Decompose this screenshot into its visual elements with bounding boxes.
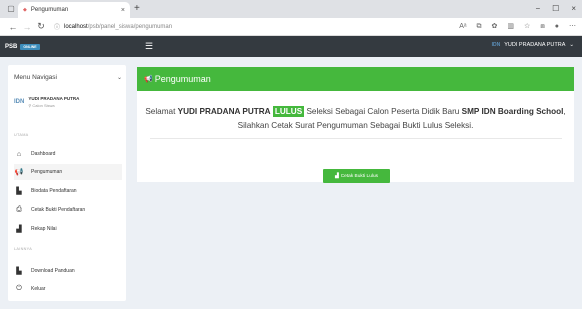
- file-download-icon: ▙: [16, 268, 22, 275]
- browser-tab-bar: ▢ ◆ Pengumuman × + − ☐ ×: [0, 0, 582, 18]
- sidebar-item-label: Biodata Pendaftaran: [31, 188, 77, 194]
- bank-icon: ▟: [16, 226, 22, 233]
- sidebar-item-label: Keluar: [31, 286, 46, 292]
- chevron-down-icon: ⌄: [569, 42, 574, 48]
- hamburger-menu-icon[interactable]: ☰: [145, 41, 153, 51]
- sidebar-item-pengumuman[interactable]: 📢 Pengumuman: [14, 164, 122, 180]
- app-header: PSB ONLINE ☰ IDN YUDI PRADANA PUTRA ⌄: [0, 36, 582, 57]
- online-badge: ONLINE: [20, 43, 40, 50]
- url-field[interactable]: ⓘ localhost /psb/panel_siswa/pengumuman: [54, 22, 173, 32]
- minimize-icon[interactable]: −: [535, 2, 540, 16]
- tab-close-icon[interactable]: ×: [121, 7, 125, 14]
- print-icon: ⎙: [16, 206, 22, 213]
- home-icon: ⌂: [16, 150, 22, 158]
- url-path: /psb/panel_siswa/pengumuman: [87, 23, 173, 30]
- window-menu-icon[interactable]: ▢: [6, 4, 16, 14]
- split-icon[interactable]: ▥: [507, 21, 514, 33]
- collections-icon[interactable]: ⧈: [540, 21, 544, 33]
- announcement-panel: 📢 Pengumuman Selamat YUDI PRADANA PUTRA …: [137, 67, 574, 183]
- url-host: localhost: [64, 23, 88, 30]
- msg-end: ,: [563, 107, 566, 116]
- favicon-icon: ◆: [23, 7, 27, 13]
- extensions-icon[interactable]: ⧉: [477, 21, 482, 33]
- read-aloud-icon[interactable]: Aᵃ: [459, 21, 466, 33]
- chevron-down-icon: ⌄: [116, 75, 122, 81]
- new-tab-button[interactable]: +: [134, 2, 140, 16]
- user-logo: IDN: [491, 42, 501, 48]
- sidebar-item-biodata[interactable]: ▙ Biodata Pendaftaran: [14, 183, 122, 199]
- sidebar-item-label: Cetak Bukti Pendaftaran: [31, 207, 86, 213]
- bullhorn-icon: 📢: [14, 169, 24, 176]
- browser-tab[interactable]: ◆ Pengumuman ×: [18, 2, 130, 18]
- sidebar-item-dashboard[interactable]: ⌂ Dashboard: [14, 146, 122, 162]
- more-options-icon[interactable]: ⋯: [569, 21, 576, 33]
- panel-title: Pengumuman: [154, 74, 211, 84]
- section-label-lainnya: LAINNYA: [14, 247, 33, 251]
- section-label-utama: UTAMA: [14, 133, 29, 137]
- sidebar-item-cetak-bukti[interactable]: ⎙ Cetak Bukti Pendaftaran: [14, 202, 122, 218]
- status-badge: LULUS: [272, 106, 305, 117]
- school-name: SMP IDN Boarding School: [461, 107, 564, 116]
- sidebar-item-keluar[interactable]: ⏻ Keluar: [14, 281, 122, 297]
- menu-title: Menu Navigasi: [14, 74, 57, 81]
- bank-icon: ▟: [334, 173, 339, 179]
- profile-role: ⚲ Calon Siswa: [28, 103, 79, 108]
- menu-navigation-header[interactable]: Menu Navigasi ⌄: [14, 74, 122, 81]
- close-window-icon[interactable]: ×: [571, 2, 576, 16]
- brand-text: PSB: [5, 43, 18, 50]
- main-content: 📢 Pengumuman Selamat YUDI PRADANA PUTRA …: [132, 57, 582, 309]
- sidebar-item-rekap-nilai[interactable]: ▟ Rekap Nilai: [14, 221, 122, 237]
- print-proof-button[interactable]: ▟ Cetak Bukti Lulus: [323, 169, 390, 183]
- bullhorn-icon: 📢: [144, 76, 153, 83]
- profile-logo: IDN: [14, 99, 25, 105]
- profile-icon[interactable]: ●: [555, 21, 559, 33]
- user-menu[interactable]: IDN YUDI PRADANA PUTRA ⌄: [492, 42, 574, 48]
- announcement-message: Selamat YUDI PRADANA PUTRA LULUS Seleksi…: [137, 105, 574, 132]
- reload-icon[interactable]: ↻: [34, 21, 48, 32]
- favorites-star-icon[interactable]: ☆: [524, 21, 530, 33]
- sidebar-item-label: Dashboard: [31, 151, 56, 157]
- profile-name: YUDI PRADANA PUTRA: [28, 96, 80, 101]
- maximize-icon[interactable]: ☐: [552, 2, 559, 16]
- msg-middle: Seleksi Sebagai Calon Peserta Didik Baru: [304, 107, 462, 116]
- user-name: YUDI PRADANA PUTRA: [504, 42, 566, 48]
- divider: [149, 138, 562, 139]
- app-brand[interactable]: PSB ONLINE: [5, 43, 40, 50]
- msg-line2: Silahkan Cetak Surat Pengumuman Sebagai …: [237, 120, 474, 130]
- browser-toolbar: Aᵃ ⧉ ✿ ▥ ☆ ⧈ ● ⋯: [459, 21, 576, 33]
- msg-prefix: Selamat: [145, 107, 178, 116]
- window-controls: − ☐ ×: [535, 2, 576, 16]
- panel-header: 📢 Pengumuman: [137, 67, 574, 91]
- sidebar-item-label: Pengumuman: [31, 169, 63, 175]
- user-profile: IDN YUDI PRADANA PUTRA ⚲ Calon Siswa: [14, 96, 122, 108]
- tab-title: Pengumuman: [30, 7, 69, 13]
- extension-leaf-icon[interactable]: ✿: [492, 21, 498, 33]
- sidebar-item-label: Rekap Nilai: [31, 226, 57, 232]
- sidebar: Menu Navigasi ⌄ IDN YUDI PRADANA PUTRA ⚲…: [0, 57, 132, 309]
- site-info-icon[interactable]: ⓘ: [54, 22, 60, 31]
- print-button-label: Cetak Bukti Lulus: [340, 173, 379, 179]
- student-name: YUDI PRADANA PUTRA: [177, 107, 271, 116]
- sidebar-card: Menu Navigasi ⌄ IDN YUDI PRADANA PUTRA ⚲…: [8, 65, 126, 301]
- forward-icon[interactable]: →: [20, 22, 34, 32]
- back-icon[interactable]: ←: [6, 22, 20, 32]
- address-bar: ← → ↻ ⓘ localhost /psb/panel_siswa/pengu…: [0, 18, 582, 36]
- profile-role-text: Calon Siswa: [32, 103, 55, 108]
- sidebar-item-label: Download Panduan: [31, 268, 75, 274]
- power-icon: ⏻: [16, 285, 22, 292]
- sidebar-item-download-panduan[interactable]: ▙ Download Panduan: [14, 263, 122, 279]
- file-icon: ▙: [16, 188, 22, 195]
